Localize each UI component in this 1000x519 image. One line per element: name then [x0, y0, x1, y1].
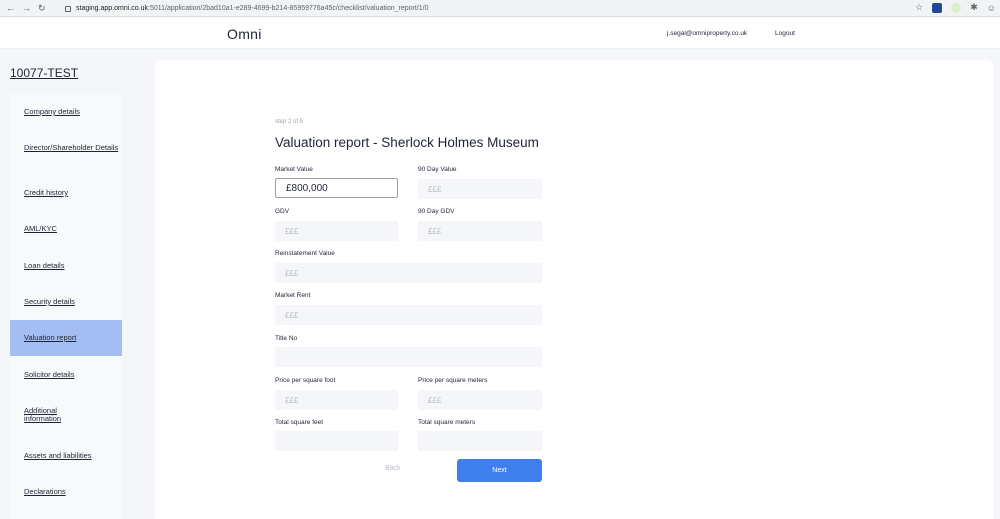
- title-no-label: Title No: [275, 335, 298, 342]
- lock-icon: [65, 5, 71, 12]
- sidebar-item-credit-history[interactable]: Credit history: [10, 189, 122, 197]
- gdv-input[interactable]: £££: [275, 221, 398, 241]
- forward-arrow-icon[interactable]: →: [22, 3, 31, 14]
- sidebar-item-declarations[interactable]: Declarations: [10, 488, 122, 496]
- extension-icon[interactable]: [932, 2, 943, 13]
- sidebar-item-aml-kyc[interactable]: AML/KYC: [10, 225, 122, 233]
- profile-icon[interactable]: ☺: [987, 3, 996, 13]
- market-value-input[interactable]: £800,000: [275, 178, 398, 198]
- reload-icon[interactable]: ↻: [38, 3, 46, 14]
- user-email: j.segal@omniproperty.co.uk: [667, 30, 748, 37]
- sidebar-item-security-details[interactable]: Security details: [10, 298, 122, 306]
- puzzle-icon[interactable]: ✱: [970, 2, 978, 13]
- market-rent-label: Market Rent: [275, 292, 311, 299]
- back-button[interactable]: Back: [385, 465, 401, 472]
- total-sqft-input[interactable]: [275, 431, 398, 451]
- url-path: :5011/application/2bad10a1-e289-4699-b21…: [148, 5, 429, 12]
- logo[interactable]: Omni: [227, 26, 262, 42]
- day90-value-label: 90 Day Value: [418, 166, 457, 173]
- step-indicator: step 2 of 5: [275, 119, 304, 125]
- gdv-label: GDV: [275, 208, 290, 215]
- form-title: Valuation report - Sherlock Holmes Museu…: [275, 135, 539, 150]
- price-sqft-label: Price per square foot: [275, 377, 336, 384]
- sidebar-item-company-details[interactable]: Company details: [10, 108, 122, 116]
- browser-toolbar: ← → ↻ staging.app.omni.co.uk:5011/applic…: [0, 0, 1000, 17]
- next-button[interactable]: Next: [457, 459, 542, 482]
- sidebar-item-valuation-report[interactable]: Valuation report: [10, 320, 122, 356]
- browser-tools: ☆ ✱ ☺: [915, 2, 996, 13]
- title-no-input[interactable]: [275, 347, 542, 367]
- day90-value-input[interactable]: £££: [418, 179, 542, 199]
- back-arrow-icon[interactable]: ←: [6, 3, 15, 14]
- star-icon[interactable]: ☆: [915, 2, 923, 13]
- logout-link[interactable]: Logout: [775, 30, 795, 37]
- sidebar: Company details Director/Shareholder Det…: [10, 94, 122, 519]
- sidebar-item-assets-liabilities[interactable]: Assets and liabilities: [10, 452, 122, 460]
- project-title[interactable]: 10077-TEST: [10, 66, 78, 80]
- day90-gdv-input[interactable]: £££: [418, 221, 542, 241]
- price-sqm-label: Price per square meters: [418, 377, 488, 384]
- market-value-label: Market Value: [275, 166, 313, 173]
- address-bar[interactable]: staging.app.omni.co.uk:5011/application/…: [57, 2, 912, 15]
- total-sqft-label: Total square feet: [275, 419, 324, 426]
- app-header: Omni j.segal@omniproperty.co.uk Logout: [0, 17, 1000, 49]
- extension-icon[interactable]: [951, 2, 962, 13]
- price-sqft-input[interactable]: £££: [275, 390, 398, 410]
- reinstatement-label: Reinstatement Value: [275, 250, 335, 257]
- sidebar-item-director-shareholder[interactable]: Director/Shareholder Details: [10, 144, 122, 152]
- sidebar-item-additional-information[interactable]: Additional information: [10, 407, 90, 423]
- total-sqm-input[interactable]: [418, 431, 542, 451]
- sidebar-item-solicitor-details[interactable]: Solicitor details: [10, 371, 122, 379]
- reinstatement-input[interactable]: £££: [275, 263, 542, 283]
- sidebar-item-loan-details[interactable]: Loan details: [10, 262, 122, 270]
- price-sqm-input[interactable]: £££: [418, 390, 542, 410]
- market-rent-input[interactable]: £££: [275, 305, 542, 325]
- url-host: staging.app.omni.co.uk: [76, 5, 148, 12]
- day90-gdv-label: 90 Day GDV: [418, 208, 455, 215]
- total-sqm-label: Total square meters: [418, 419, 476, 426]
- browser-nav: ← → ↻: [0, 3, 46, 14]
